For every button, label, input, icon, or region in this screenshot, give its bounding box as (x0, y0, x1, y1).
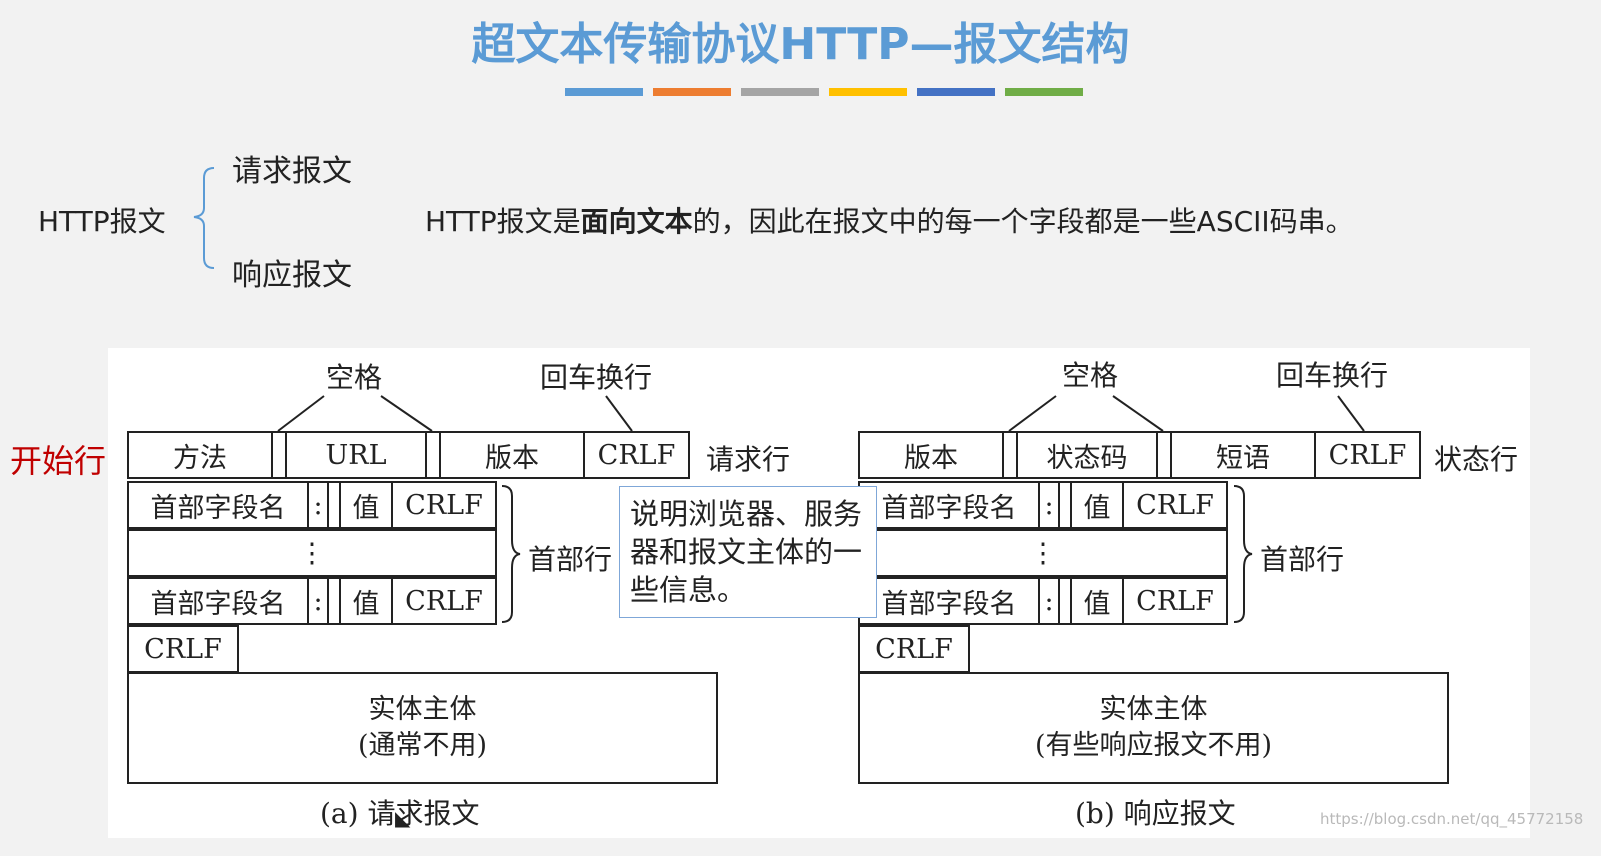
request-crlf-pointer (605, 395, 633, 432)
response-space-pointer (1008, 395, 1057, 432)
response-space-pointer (1112, 395, 1164, 432)
header-info-callout: 说明浏览器、服务器和报文主体的一些信息。 (619, 486, 877, 618)
request-space-pointer (380, 395, 433, 432)
response-crlf-pointer (1337, 395, 1365, 432)
response-header-brace (1233, 485, 1253, 623)
request-header-brace (501, 485, 521, 623)
mouse-cursor-icon: ◣ (395, 806, 411, 830)
watermark: https://blog.csdn.net/qq_45772158 (1320, 810, 1584, 828)
request-space-pointer (277, 395, 325, 432)
connector-lines (277, 395, 1365, 623)
